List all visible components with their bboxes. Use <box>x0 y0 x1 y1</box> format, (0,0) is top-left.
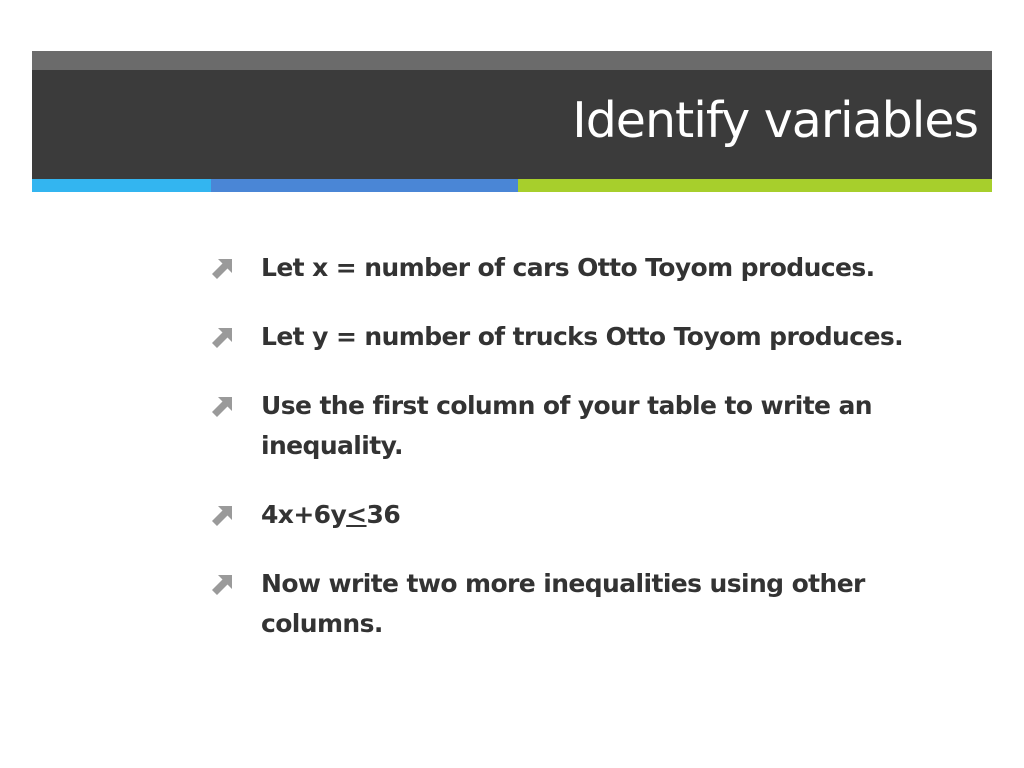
title-bar-top-stripe <box>32 51 992 70</box>
bullet-item-inequality: 4x+6y<36 <box>210 495 970 535</box>
bullet-item: Now write two more inequalities using ot… <box>210 564 970 644</box>
bullet-item: Let y = number of trucks Otto Toyom prod… <box>210 317 970 357</box>
inequality-left: 4x+6y <box>261 500 347 529</box>
inequality-right: 36 <box>366 500 401 529</box>
accent-segment-blue <box>211 179 518 192</box>
bullet-text: Let y = number of trucks Otto Toyom prod… <box>261 322 904 351</box>
arrow-up-right-icon <box>212 397 232 417</box>
bullet-text: Use the first column of your table to wr… <box>261 391 873 460</box>
bullet-text: Now write two more inequalities using ot… <box>261 569 865 638</box>
title-bar: Identify variables <box>32 70 992 179</box>
bullet-text: Let x = number of cars Otto Toyom produc… <box>261 253 875 282</box>
accent-strip <box>32 179 992 192</box>
arrow-up-right-icon <box>212 575 232 595</box>
accent-segment-cyan <box>32 179 211 192</box>
inequality-symbol: < <box>346 500 367 529</box>
bullet-item: Use the first column of your table to wr… <box>210 386 970 466</box>
bullet-item: Let x = number of cars Otto Toyom produc… <box>210 248 970 288</box>
arrow-up-right-icon <box>212 506 232 526</box>
bullet-list: Let x = number of cars Otto Toyom produc… <box>210 248 970 673</box>
arrow-up-right-icon <box>212 328 232 348</box>
accent-segment-green <box>518 179 992 192</box>
arrow-up-right-icon <box>212 259 232 279</box>
slide: Identify variables Let x = number of car… <box>0 0 1024 768</box>
slide-title: Identify variables <box>572 92 979 149</box>
